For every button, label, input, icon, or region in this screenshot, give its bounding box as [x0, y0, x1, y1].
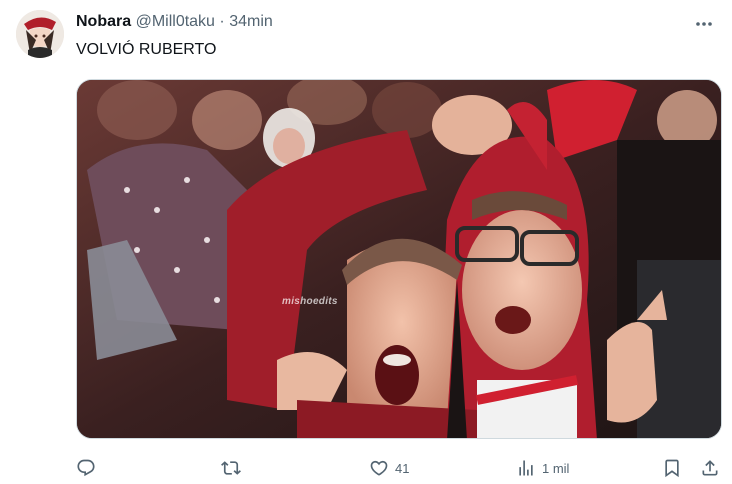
more-dots-icon [696, 22, 712, 26]
media-watermark: mishoedits [282, 296, 338, 307]
reply-icon [77, 459, 95, 477]
retweet-icon [221, 461, 241, 475]
more-options-button[interactable] [686, 10, 722, 38]
author-handle[interactable]: @Mill0taku [136, 13, 215, 30]
heart-icon [370, 460, 388, 476]
views-count: 1 mil [542, 460, 570, 476]
tweet-header: Nobara @Mill0taku · 34min [76, 12, 273, 32]
author-display-name[interactable]: Nobara [76, 13, 131, 30]
share-button[interactable] [700, 452, 720, 484]
tweet-timestamp[interactable]: 34min [229, 13, 273, 30]
tweet-text: VOLVIÓ RUBERTO [76, 41, 217, 58]
bookmark-button[interactable] [662, 452, 682, 484]
media-image [77, 80, 721, 438]
like-button[interactable]: 41 [369, 452, 409, 484]
avatar[interactable] [16, 10, 64, 58]
views-button[interactable]: 1 mil [516, 452, 569, 484]
views-icon [519, 460, 533, 476]
like-count: 41 [395, 460, 410, 476]
tweet-media[interactable]: mishoedits [76, 79, 722, 439]
reply-button[interactable] [76, 452, 102, 484]
avatar-image [16, 10, 64, 58]
action-bar: 41 1 mil [76, 452, 726, 484]
bookmark-icon [665, 459, 679, 478]
retweet-button[interactable] [221, 452, 247, 484]
share-icon [702, 460, 718, 476]
separator-dot: · [219, 13, 225, 30]
